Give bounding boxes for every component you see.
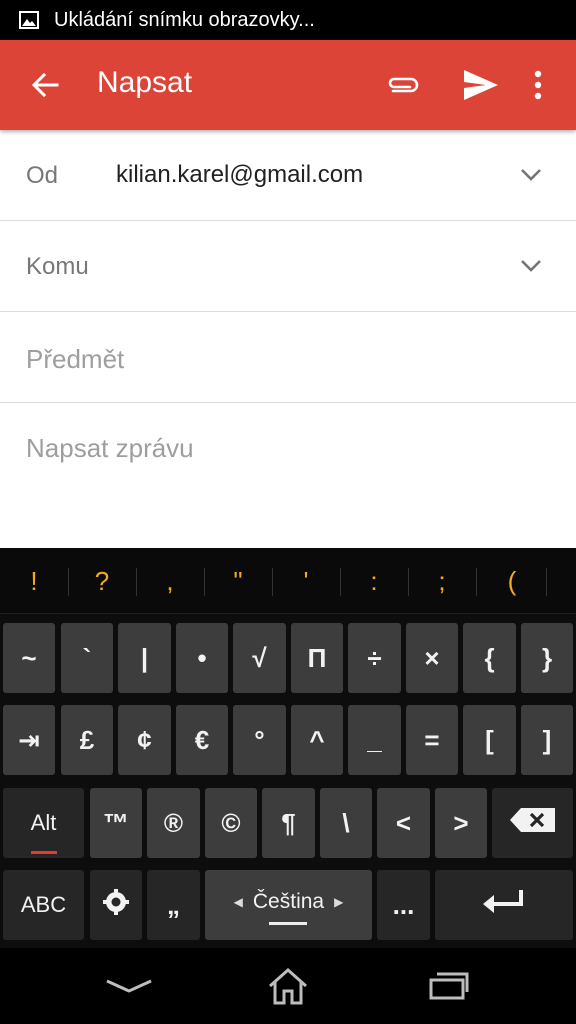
key[interactable]: [ xyxy=(463,705,516,775)
key[interactable]: ` xyxy=(61,623,113,693)
chevron-down-icon[interactable] xyxy=(516,253,546,279)
send-icon[interactable] xyxy=(460,64,502,106)
status-bar: Ukládání snímku obrazovky... xyxy=(0,0,576,40)
key[interactable]: _ xyxy=(348,705,401,775)
key[interactable]: £ xyxy=(61,705,113,775)
key[interactable]: \ xyxy=(320,788,372,858)
key[interactable]: } xyxy=(521,623,573,693)
keyboard: ! ? , " ' : ; ( ~ ` | • √ Π ÷ × { } ⇥ £ … xyxy=(0,548,576,948)
tab-key[interactable]: ⇥ xyxy=(3,705,55,775)
space-key[interactable]: ◀ Čeština ▶ xyxy=(205,870,372,940)
chevron-left-icon: ◀ xyxy=(233,895,243,909)
key[interactable]: { xyxy=(463,623,516,693)
alt-key[interactable]: Alt xyxy=(3,788,84,858)
suggestion-strip: ! ? , " ' : ; ( xyxy=(0,548,576,614)
suggestion-item[interactable]: ; xyxy=(408,566,476,597)
app-bar: Napsat xyxy=(0,40,576,130)
settings-key[interactable] xyxy=(90,870,142,940)
suggestion-item[interactable]: ( xyxy=(478,566,546,597)
to-label: Komu xyxy=(26,253,89,280)
compose-form: Od kilian.karel@gmail.com Komu Předmět N… xyxy=(0,130,576,548)
suggestion-item[interactable]: ' xyxy=(272,566,340,597)
image-icon xyxy=(18,10,40,30)
key[interactable]: Π xyxy=(291,623,343,693)
from-label: Od xyxy=(26,162,59,189)
backspace-icon xyxy=(509,807,557,840)
subject-placeholder: Předmět xyxy=(26,344,125,374)
suggestion-item[interactable]: : xyxy=(340,566,408,597)
home-icon[interactable] xyxy=(263,966,313,1006)
recents-icon[interactable] xyxy=(424,966,474,1006)
suggestion-item[interactable]: " xyxy=(204,566,272,597)
key[interactable]: ¢ xyxy=(118,705,171,775)
suggestion-item[interactable]: ? xyxy=(68,566,136,597)
from-row[interactable]: Od kilian.karel@gmail.com xyxy=(0,130,576,221)
key[interactable]: = xyxy=(406,705,458,775)
suggestion-item[interactable]: , xyxy=(136,566,204,597)
from-value[interactable]: kilian.karel@gmail.com xyxy=(116,161,363,189)
ellipsis-key[interactable]: ... xyxy=(377,870,430,940)
back-arrow-icon[interactable] xyxy=(28,68,62,102)
key[interactable]: √ xyxy=(233,623,286,693)
page-title: Napsat xyxy=(97,66,193,99)
key[interactable]: € xyxy=(176,705,228,775)
key[interactable]: ™ xyxy=(90,788,142,858)
key[interactable]: ] xyxy=(521,705,573,775)
key[interactable]: > xyxy=(435,788,487,858)
key[interactable]: • xyxy=(176,623,228,693)
to-row[interactable]: Komu xyxy=(0,221,576,312)
status-text: Ukládání snímku obrazovky... xyxy=(54,8,315,31)
suggestion-item[interactable]: ! xyxy=(0,566,68,597)
key[interactable]: | xyxy=(118,623,171,693)
chevron-right-icon: ▶ xyxy=(334,895,344,909)
message-body-field[interactable]: Napsat zprávu xyxy=(26,433,194,464)
key[interactable]: © xyxy=(205,788,257,858)
low-quote-key[interactable]: „ xyxy=(147,870,200,940)
key[interactable]: ¶ xyxy=(262,788,315,858)
key[interactable]: × xyxy=(406,623,458,693)
key[interactable]: ÷ xyxy=(348,623,401,693)
abc-key[interactable]: ABC xyxy=(3,870,84,940)
paperclip-icon[interactable] xyxy=(384,66,422,104)
key[interactable]: ^ xyxy=(291,705,343,775)
subject-field[interactable]: Předmět xyxy=(0,312,576,403)
settings-icon xyxy=(102,888,130,923)
enter-key[interactable] xyxy=(435,870,573,940)
backspace-key[interactable] xyxy=(492,788,573,858)
key[interactable]: ° xyxy=(233,705,286,775)
key[interactable]: ~ xyxy=(3,623,55,693)
chevron-down-icon[interactable] xyxy=(516,162,546,188)
more-vert-icon[interactable] xyxy=(524,66,552,104)
enter-icon xyxy=(481,888,527,923)
back-chevron-icon[interactable] xyxy=(104,966,154,1006)
navigation-bar xyxy=(0,948,576,1024)
language-label: Čeština xyxy=(252,890,325,913)
key[interactable]: ® xyxy=(147,788,200,858)
key[interactable]: < xyxy=(377,788,430,858)
